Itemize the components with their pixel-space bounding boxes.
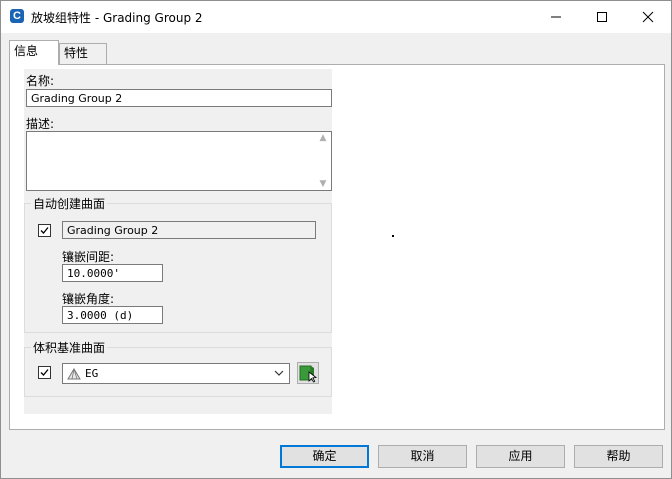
tab-properties[interactable]: 特性 xyxy=(59,43,107,64)
chevron-down-icon[interactable] xyxy=(273,367,285,379)
ok-button[interactable]: 确定 xyxy=(280,445,369,468)
close-button[interactable] xyxy=(625,1,671,33)
auto-surface-checkbox[interactable] xyxy=(38,224,51,237)
description-scrollbar[interactable]: ▲ ▼ xyxy=(316,133,330,189)
checkmark-icon xyxy=(40,369,49,376)
pick-surface-icon xyxy=(299,365,318,383)
scroll-down-icon[interactable]: ▼ xyxy=(320,179,327,189)
description-label: 描述: xyxy=(26,117,55,131)
tab-panel: 名称: Grading Group 2 描述: ▲ ▼ 自动创建曲面 Gradi… xyxy=(9,64,665,430)
app-icon: C xyxy=(10,9,24,23)
tin-surface-icon xyxy=(67,368,81,380)
dialog-window: C 放坡组特性 - Grading Group 2 信息 特性 名称: Grad… xyxy=(0,0,672,479)
tab-strip: 信息 特性 xyxy=(9,40,669,65)
volume-base-group-title: 体积基准曲面 xyxy=(31,339,108,356)
maximize-icon xyxy=(597,12,607,22)
auto-surface-group-title: 自动创建曲面 xyxy=(31,195,108,212)
minimize-button[interactable] xyxy=(533,1,579,33)
minimize-icon xyxy=(551,16,561,18)
tessellation-spacing-input[interactable]: 10.0000' xyxy=(62,264,163,282)
stray-dot xyxy=(392,235,394,237)
base-surface-select[interactable]: EG xyxy=(62,363,290,384)
tessellation-spacing-label: 镶嵌间距: xyxy=(62,250,115,264)
pick-surface-button[interactable] xyxy=(297,362,319,384)
maximize-button[interactable] xyxy=(579,1,625,33)
base-surface-value: EG xyxy=(85,367,99,380)
auto-surface-group: 自动创建曲面 Grading Group 2 镶嵌间距: 10.0000' 镶嵌… xyxy=(24,195,332,333)
help-button[interactable]: 帮助 xyxy=(574,445,663,468)
close-icon xyxy=(642,11,654,23)
scroll-up-icon[interactable]: ▲ xyxy=(320,133,327,143)
name-label: 名称: xyxy=(26,74,55,88)
volume-base-checkbox[interactable] xyxy=(38,366,51,379)
surface-name-field[interactable]: Grading Group 2 xyxy=(62,221,316,239)
apply-button[interactable]: 应用 xyxy=(476,445,565,468)
description-textarea[interactable]: ▲ ▼ xyxy=(26,131,332,191)
tessellation-angle-label: 镶嵌角度: xyxy=(62,292,115,306)
volume-base-group: 体积基准曲面 EG xyxy=(24,339,332,397)
info-column: 名称: Grading Group 2 描述: ▲ ▼ 自动创建曲面 Gradi… xyxy=(24,69,332,414)
tab-info[interactable]: 信息 xyxy=(9,40,59,65)
name-input[interactable]: Grading Group 2 xyxy=(26,89,332,107)
window-title: 放坡组特性 - Grading Group 2 xyxy=(31,11,203,25)
tessellation-angle-input[interactable]: 3.0000 (d) xyxy=(62,306,163,324)
cancel-button[interactable]: 取消 xyxy=(378,445,467,468)
title-bar[interactable]: C 放坡组特性 - Grading Group 2 xyxy=(1,1,671,33)
checkmark-icon xyxy=(40,227,49,234)
